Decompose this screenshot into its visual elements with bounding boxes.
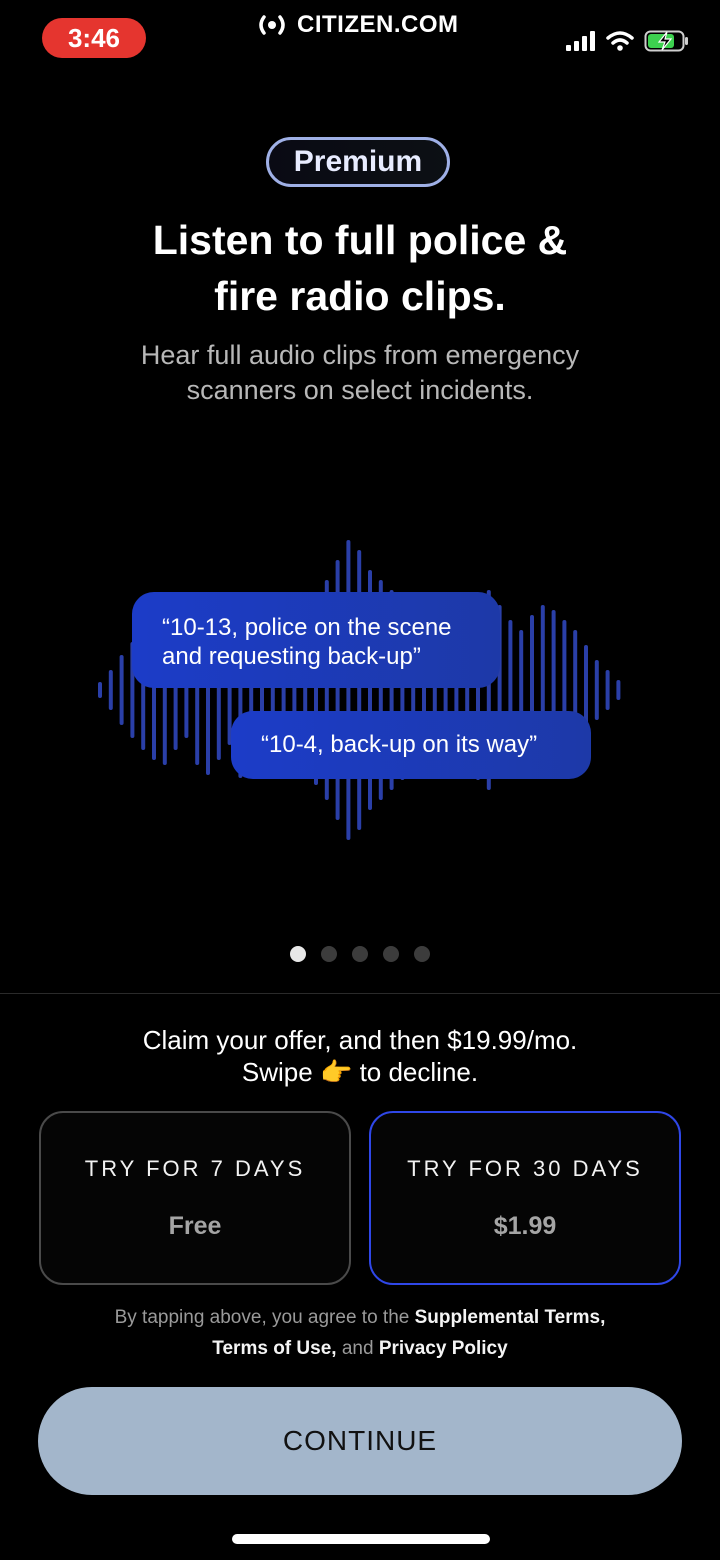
offer-line-2: Swipe 👉 to decline. — [40, 1056, 680, 1088]
privacy-policy-link[interactable]: Privacy Policy — [379, 1338, 508, 1359]
radio-waveform-illustration: “10-13, police on the scene and requesti… — [0, 530, 720, 850]
status-icons — [566, 30, 690, 52]
waveform-bar — [98, 682, 102, 698]
pager-dot-5[interactable] — [414, 946, 430, 962]
page-title: Listen to full police & fire radio clips… — [152, 217, 568, 319]
wifi-icon — [606, 31, 634, 51]
plan-7-days-title: TRY FOR 7 DAYS — [84, 1155, 306, 1181]
section-divider — [0, 993, 720, 994]
radio-quote-bubble-1: “10-13, police on the scene and requesti… — [132, 592, 500, 688]
waveform-graphic — [98, 540, 621, 840]
radio-quote-bubble-2: “10-4, back-up on its way” — [231, 711, 591, 779]
carousel-pager — [290, 946, 430, 962]
plan-30-days-price: $1.99 — [493, 1211, 557, 1240]
broadcast-icon — [259, 15, 285, 35]
plan-7-days-option[interactable]: TRY FOR 7 DAYS Free — [39, 1111, 351, 1285]
waveform-bar — [594, 660, 599, 720]
waveform-bar — [119, 655, 124, 725]
plan-30-days-option[interactable]: TRY FOR 30 DAYS $1.99 — [369, 1111, 681, 1285]
pager-dot-2[interactable] — [321, 946, 337, 962]
pager-dot-4[interactable] — [383, 946, 399, 962]
waveform-bar — [616, 680, 621, 700]
status-bar: 3:46 CITIZEN.COM — [0, 0, 720, 80]
legal-disclaimer: By tapping above, you agree to the Suppl… — [40, 1302, 680, 1364]
premium-badge: Premium — [266, 137, 450, 187]
plan-7-days-price: Free — [168, 1211, 222, 1240]
pager-dot-3[interactable] — [352, 946, 368, 962]
waveform-bar — [346, 540, 351, 840]
terms-of-use-link[interactable]: Terms of Use, — [212, 1338, 336, 1359]
premium-badge-label: Premium — [293, 145, 423, 178]
offer-swipe-label: Swipe — [241, 1057, 313, 1087]
legal-and: and — [341, 1338, 374, 1359]
brand-text: CITIZEN.COM — [297, 11, 459, 38]
supplemental-terms-link[interactable]: Supplemental Terms, — [415, 1307, 606, 1328]
offer-decline-label: to decline. — [359, 1057, 479, 1087]
continue-button[interactable]: CONTINUE — [38, 1387, 682, 1495]
brand: CITIZEN.COM — [255, 10, 459, 40]
signal-icon — [566, 31, 595, 51]
legal-prefix: By tapping above, you agree to the — [114, 1307, 410, 1328]
waveform-bar — [605, 670, 610, 710]
page-subtitle: Hear full audio clips from emergency sca… — [140, 340, 580, 405]
offer-line-1: Claim your offer, and then $19.99/mo. — [142, 1025, 578, 1055]
battery-charging-icon — [644, 30, 688, 52]
plan-30-days-title: TRY FOR 30 DAYS — [407, 1155, 643, 1181]
status-time: 3:46 — [67, 22, 121, 53]
offer-text: Claim your offer, and then $19.99/mo. Sw… — [40, 1024, 680, 1088]
pager-dot-1[interactable] — [290, 946, 306, 962]
home-indicator — [232, 1534, 490, 1544]
pointing-hand-icon: 👉 — [319, 1057, 353, 1087]
waveform-bar — [108, 670, 113, 710]
time-pill[interactable]: 3:46 — [42, 18, 146, 58]
